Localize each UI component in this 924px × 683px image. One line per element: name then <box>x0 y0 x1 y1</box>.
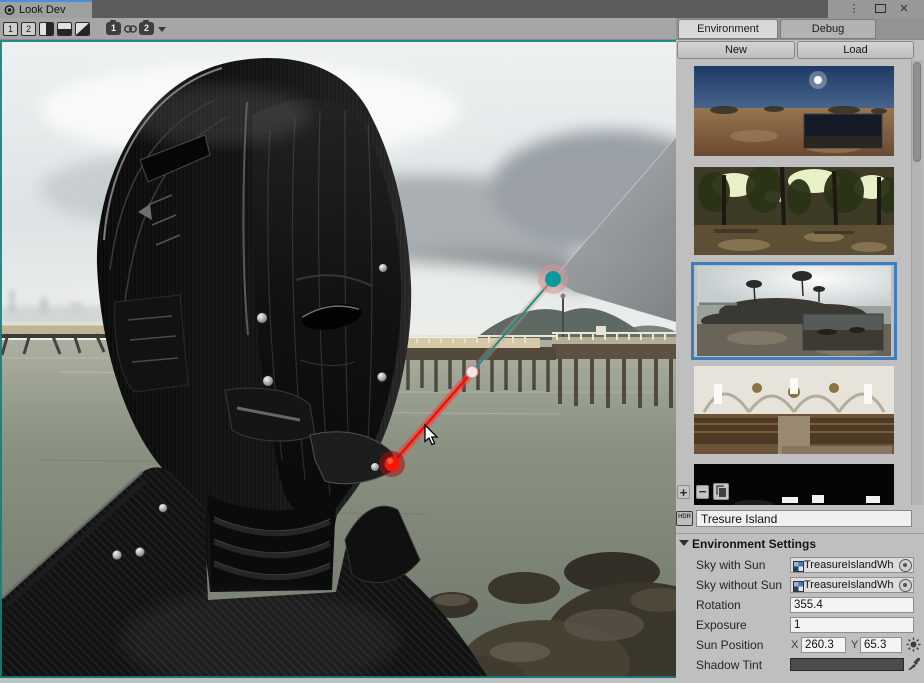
rotation-field[interactable]: 355.4 <box>790 597 914 613</box>
texture-icon <box>793 581 804 592</box>
rotation-label: Rotation <box>696 598 741 612</box>
environment-thumbnail-desert[interactable] <box>694 66 894 156</box>
shadow-tint-swatch[interactable] <box>790 658 904 671</box>
environment-settings-header[interactable]: Environment Settings <box>692 537 816 551</box>
foldout-arrow-icon[interactable] <box>679 540 689 546</box>
single-view2-button[interactable]: 2 <box>21 22 36 36</box>
maximize-icon[interactable] <box>875 4 886 13</box>
title-bar: Look Dev ⋮ ✕ <box>0 0 924 18</box>
object-picker-icon[interactable] <box>899 579 912 592</box>
single-view1-button[interactable]: 1 <box>3 22 18 36</box>
sky-with-sun-field[interactable]: TreasureIslandWh <box>790 557 914 573</box>
scrollbar-thumb[interactable] <box>913 62 921 162</box>
camera-dropdown-icon[interactable] <box>158 27 166 32</box>
sky-with-sun-label: Sky with Sun <box>696 558 765 572</box>
sun-position-label: Sun Position <box>696 638 763 652</box>
texture-icon <box>793 561 804 572</box>
link-cameras-icon[interactable] <box>124 24 137 34</box>
add-environment-button[interactable]: + <box>677 485 690 499</box>
right-panel-tabs: Environment Debug <box>676 18 924 40</box>
diagonal-split-icon[interactable] <box>75 22 90 36</box>
object-picker-icon[interactable] <box>899 559 912 572</box>
window-menu-icon[interactable]: ⋮ <box>844 0 864 18</box>
environment-name-field[interactable]: Tresure Island <box>696 510 912 527</box>
top-bottom-split-icon[interactable] <box>57 22 72 36</box>
camera2-button[interactable]: 2 <box>139 22 154 35</box>
gizmo-handle-view2[interactable] <box>385 457 400 472</box>
side-by-side-split-icon[interactable] <box>39 22 54 36</box>
camera1-button[interactable]: 1 <box>106 22 121 35</box>
duplicate-environment-button[interactable] <box>713 483 729 500</box>
load-button[interactable]: Load <box>797 41 914 59</box>
exposure-label: Exposure <box>696 618 747 632</box>
lookdev-viewport[interactable] <box>0 40 676 678</box>
exposure-field[interactable]: 1 <box>790 617 914 633</box>
close-icon[interactable]: ✕ <box>894 0 914 18</box>
sky-without-sun-field[interactable]: TreasureIslandWh <box>790 577 914 593</box>
sun-y-label: Y <box>851 639 858 651</box>
lookdev-tab[interactable]: Look Dev <box>0 0 92 18</box>
gizmo-handle-view1[interactable] <box>545 271 561 287</box>
lookdev-toolbar: 1 2 1 2 <box>0 18 676 40</box>
hdr-badge: HDR <box>676 511 693 526</box>
shadow-tint-label: Shadow Tint <box>696 658 762 672</box>
eye-icon <box>3 5 16 15</box>
remove-environment-button[interactable]: − <box>696 485 709 499</box>
sun-x-field[interactable]: 260.3 <box>801 637 846 653</box>
new-button[interactable]: New <box>677 41 795 59</box>
sun-x-label: X <box>791 639 798 651</box>
separator <box>676 533 924 534</box>
sky-without-sun-label: Sky without Sun <box>696 578 782 592</box>
sun-icon[interactable] <box>906 637 921 652</box>
environment-thumbnail-forest[interactable] <box>694 167 894 255</box>
duplicate-icon <box>714 484 728 498</box>
environment-thumbnail-church[interactable] <box>694 366 894 454</box>
tab-debug[interactable]: Debug <box>780 19 876 39</box>
eyedropper-icon[interactable] <box>907 657 921 671</box>
sun-y-field[interactable]: 65.3 <box>860 637 902 653</box>
environment-thumbnail-treasure-island[interactable] <box>697 266 891 356</box>
tab-environment[interactable]: Environment <box>678 19 778 39</box>
gizmo-handle-center[interactable] <box>466 366 478 378</box>
window-title: Look Dev <box>19 4 65 16</box>
